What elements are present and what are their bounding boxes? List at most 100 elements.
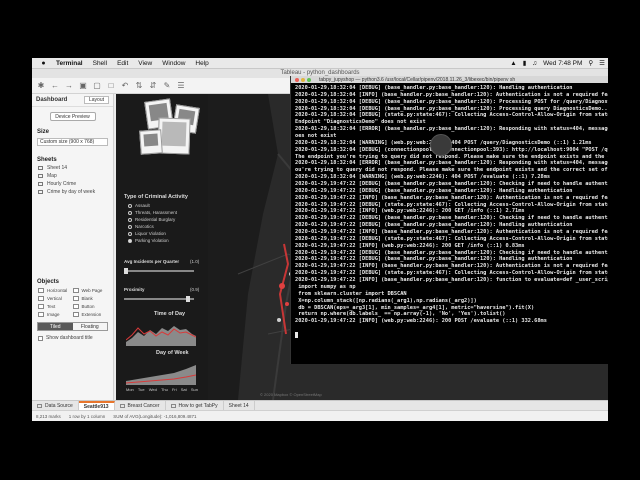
tab-how-to-get-tabpy[interactable]: How to get TabPy: [166, 400, 224, 411]
close-icon[interactable]: [295, 77, 299, 82]
terminal-line: 2020-01-29,19:47:22 [DEBUG] (base_handle…: [295, 256, 573, 263]
legend-item-liquor[interactable]: Liquor Violation: [128, 231, 166, 236]
device-preview-button[interactable]: Device Preview: [49, 112, 96, 121]
minimize-icon[interactable]: [301, 77, 305, 82]
save-icon[interactable]: ▣: [78, 81, 88, 91]
window-controls: [295, 77, 313, 82]
back-icon[interactable]: ←: [50, 81, 60, 91]
tab-seattle913[interactable]: Seattle913: [78, 400, 115, 411]
status-rows: 1 row by 1 column: [68, 413, 106, 419]
battery-icon[interactable]: ▮: [523, 59, 527, 67]
menu-window[interactable]: Window: [162, 60, 185, 67]
legend-item-narcotics[interactable]: Narcotics: [128, 224, 154, 229]
terminal-line: 2020-01-29,19:47:22 [INFO] (web.py:web:2…: [295, 208, 525, 215]
object-label: Vertical: [47, 296, 62, 301]
terminal-line: 2020-01-29,19:47:22 [DEBUG] (state.py:st…: [295, 270, 608, 277]
menu-edit[interactable]: Edit: [117, 60, 128, 67]
object-blank[interactable]: Blank: [72, 296, 108, 301]
dow-tick: Thu: [160, 387, 168, 392]
legend-item-burglary[interactable]: Residential Burglary: [128, 217, 175, 222]
terminal-window[interactable]: tabpy_jupyshop — python3.6 /usr/local/Ce…: [290, 76, 608, 364]
crime-point: [277, 318, 281, 322]
tab-breast-cancer[interactable]: Breast Cancer: [115, 400, 166, 411]
sheet-item[interactable]: Hourly Crime: [32, 180, 113, 188]
proximity-value: (0.9): [190, 287, 200, 292]
terminal-line: 2020-01-29,19:47:22 [DEBUG] (base_handle…: [295, 249, 608, 256]
tab-dashboard[interactable]: Dashboard: [36, 97, 67, 103]
object-image[interactable]: Image: [38, 312, 73, 317]
menu-clock[interactable]: Wed 7:48 PM: [543, 60, 582, 67]
swap-icon[interactable]: ⇅: [134, 81, 144, 91]
apple-icon[interactable]: ●: [39, 60, 48, 67]
forward-icon[interactable]: →: [64, 81, 74, 91]
object-webpage[interactable]: Web Page: [72, 288, 108, 293]
tab-sheet-14[interactable]: Sheet 14: [224, 400, 255, 411]
sheet-item[interactable]: Map: [32, 172, 113, 180]
zoom-icon[interactable]: [307, 77, 311, 82]
menu-list-icon[interactable]: ☰: [599, 59, 605, 67]
search-icon[interactable]: ⚲: [588, 59, 593, 67]
menu-shell[interactable]: Shell: [93, 60, 107, 67]
object-button[interactable]: Button: [72, 304, 108, 309]
slider-handle[interactable]: [124, 268, 128, 274]
wifi-icon[interactable]: ▲: [510, 60, 516, 67]
add-datasource-icon[interactable]: ▢: [92, 81, 102, 91]
terminal-line: X=np.column_stack([np.radians(_arg1),np.…: [295, 297, 477, 304]
legend-label: Parking Violation: [135, 238, 169, 243]
object-text[interactable]: Text: [38, 304, 73, 309]
object-label: Extension: [81, 312, 102, 317]
slider-handle[interactable]: [186, 296, 190, 302]
group-icon[interactable]: ☰: [176, 81, 186, 91]
menu-view[interactable]: View: [138, 60, 152, 67]
menu-terminal[interactable]: Terminal: [56, 60, 83, 67]
sort-icon[interactable]: ⇵: [148, 81, 158, 91]
mouse-pointer-highlight: [430, 134, 452, 156]
terminal-cursor: [295, 332, 298, 339]
sheet-label: Map: [47, 173, 57, 179]
objects-grid: Horizontal Web Page Vertical Blank Text …: [32, 286, 113, 319]
sheet-label: Sheet 14: [47, 165, 68, 171]
time-of-day-chart[interactable]: [126, 320, 196, 346]
floating-button[interactable]: Floating: [73, 323, 108, 330]
proximity-slider[interactable]: [124, 296, 194, 302]
terminal-line: 2020-01-29,18:32:04 [INFO] (base_handler…: [295, 91, 608, 98]
terminal-output[interactable]: 2020-01-29,18:32:04 [DEBUG] (base_handle…: [291, 83, 608, 345]
avg-incidents-label: Avg Incidents per Quarter: [124, 259, 180, 264]
legend-title: Type of Criminal Activity: [124, 194, 188, 200]
menu-help[interactable]: Help: [195, 60, 208, 67]
object-extension[interactable]: Extension: [72, 312, 108, 317]
terminal-line: 2020-01-29,18:32:04 [ERROR] (base_handle…: [295, 160, 608, 167]
sheet-item[interactable]: Crime by day of week: [32, 188, 113, 196]
status-bar: 8,213 marks 1 row by 1 column SUM of AVG…: [32, 410, 608, 421]
tab-data-source[interactable]: Data Source: [32, 400, 79, 411]
dow-tick: Sat: [180, 387, 187, 392]
dow-tick: Tue: [137, 387, 145, 392]
new-sheet-icon[interactable]: □: [106, 81, 116, 91]
tableau-logo-icon[interactable]: ✱: [36, 81, 46, 91]
object-label: Horizontal: [47, 288, 68, 293]
terminal-titlebar: tabpy_jupyshop — python3.6 /usr/local/Ce…: [291, 76, 608, 83]
sheet-icon: [38, 190, 43, 194]
day-of-week-chart[interactable]: [126, 359, 196, 385]
tab-label: Data Source: [45, 402, 73, 409]
volume-icon[interactable]: ♫: [532, 60, 537, 67]
sheet-item[interactable]: Sheet 14: [32, 164, 113, 172]
legend-item-assault[interactable]: Assault: [128, 203, 150, 208]
radio-selected-icon: [128, 238, 132, 243]
avg-incidents-slider[interactable]: [124, 268, 194, 274]
legend-item-parking[interactable]: Parking Violation: [128, 238, 169, 243]
show-title-checkbox[interactable]: Show dashboard title: [32, 334, 113, 342]
tiled-button[interactable]: Tiled: [38, 323, 73, 330]
tab-layout[interactable]: Layout: [83, 96, 109, 104]
undo-icon[interactable]: ↶: [120, 81, 130, 91]
object-vertical[interactable]: Vertical: [38, 296, 73, 301]
tab-label: Sheet 14: [228, 402, 249, 409]
size-select[interactable]: Custom size (900 x 768): [37, 138, 108, 146]
dashboard-icon: [170, 403, 176, 408]
checkbox-label: Show dashboard title: [46, 335, 93, 341]
text-icon: [38, 304, 44, 309]
object-horizontal[interactable]: Horizontal: [38, 288, 73, 293]
legend-item-threats[interactable]: Threats, Harassment: [128, 210, 177, 215]
highlight-icon[interactable]: ✎: [162, 81, 172, 91]
dow-tick: Sun: [190, 387, 198, 392]
